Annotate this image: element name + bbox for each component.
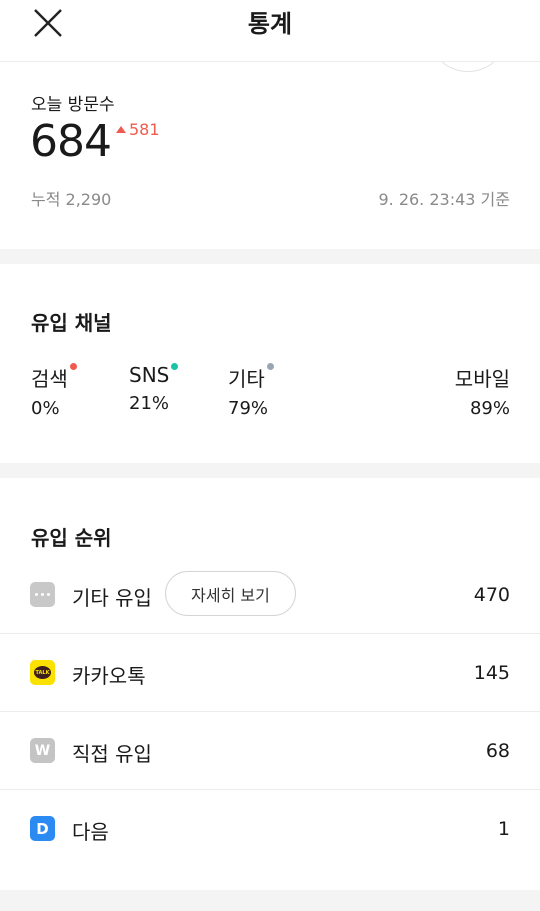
kakaotalk-icon-text: TALK xyxy=(34,666,51,679)
channel-name: 검색 xyxy=(31,363,77,392)
ranking-row-direct[interactable]: W 직접 유입 68 xyxy=(0,712,540,790)
channel-mobile: 모바일 89% xyxy=(455,363,510,419)
inflow-channels-card: 유입 채널 검색 0% SNS 21% 기타 79% 모바일 89% xyxy=(0,264,540,463)
channel-search: 검색 0% xyxy=(31,363,77,419)
visits-delta: 581 xyxy=(116,120,160,139)
channel-name: 기타 xyxy=(228,363,274,392)
ranking-title: 유입 순위 xyxy=(31,526,112,550)
ranking-value: 145 xyxy=(473,662,510,684)
channels-title: 유입 채널 xyxy=(31,311,112,335)
ranking-value: 1 xyxy=(497,818,510,840)
channel-percent: 79% xyxy=(228,398,269,419)
ranking-label: 카카오톡 xyxy=(72,664,146,688)
channel-dot xyxy=(266,363,274,370)
channel-name: 모바일 xyxy=(454,367,510,391)
daum-d-icon: D xyxy=(30,816,55,841)
stats-timestamp: 9. 26. 23:43 기준 xyxy=(378,190,510,209)
direct-w-icon: W xyxy=(30,738,55,763)
ranking-row-etc[interactable]: 기타 유입 자세히 보기 470 xyxy=(0,556,540,634)
channel-percent: 89% xyxy=(469,398,510,419)
ranking-value: 470 xyxy=(473,584,510,606)
detail-view-button[interactable]: 자세히 보기 xyxy=(165,571,296,616)
today-visits-label: 오늘 방문수 xyxy=(31,95,115,115)
channel-dot xyxy=(69,363,77,370)
ranking-label: 다음 xyxy=(72,820,109,844)
decorative-circle xyxy=(430,62,506,72)
visits-delta-value: 581 xyxy=(129,120,160,139)
channel-etc: 기타 79% xyxy=(228,363,274,419)
channel-name-text: SNS xyxy=(129,363,170,387)
today-visits-count: 684 xyxy=(30,116,112,167)
ranking-label: 기타 유입 xyxy=(72,586,152,610)
up-arrow-icon xyxy=(116,126,126,133)
channel-dot xyxy=(171,363,179,370)
channel-percent: 21% xyxy=(129,393,170,414)
channel-name-text: 기타 xyxy=(228,367,265,391)
ranking-row-kakaotalk[interactable]: TALK 카카오톡 145 xyxy=(0,634,540,712)
channel-percent: 0% xyxy=(31,398,60,419)
channel-name-text: 검색 xyxy=(31,367,68,391)
kakaotalk-icon: TALK xyxy=(30,660,55,685)
ranking-row-daum[interactable]: D 다음 1 xyxy=(0,790,540,868)
ranking-label: 직접 유입 xyxy=(72,742,152,766)
inflow-ranking-card: 유입 순위 기타 유입 자세히 보기 470 TALK 카카오톡 145 W 직… xyxy=(0,478,540,890)
channel-name: SNS xyxy=(129,363,179,387)
ranking-value: 68 xyxy=(485,740,510,762)
channel-sns: SNS 21% xyxy=(129,363,179,414)
page-title: 통계 xyxy=(247,10,293,38)
top-bar: 통계 xyxy=(0,0,540,62)
today-visits-card: 오늘 방문수 684 581 누적 2,290 9. 26. 23:43 기준 xyxy=(0,62,540,249)
more-dots-icon xyxy=(30,582,55,607)
cumulative-visits: 누적 2,290 xyxy=(31,190,112,209)
